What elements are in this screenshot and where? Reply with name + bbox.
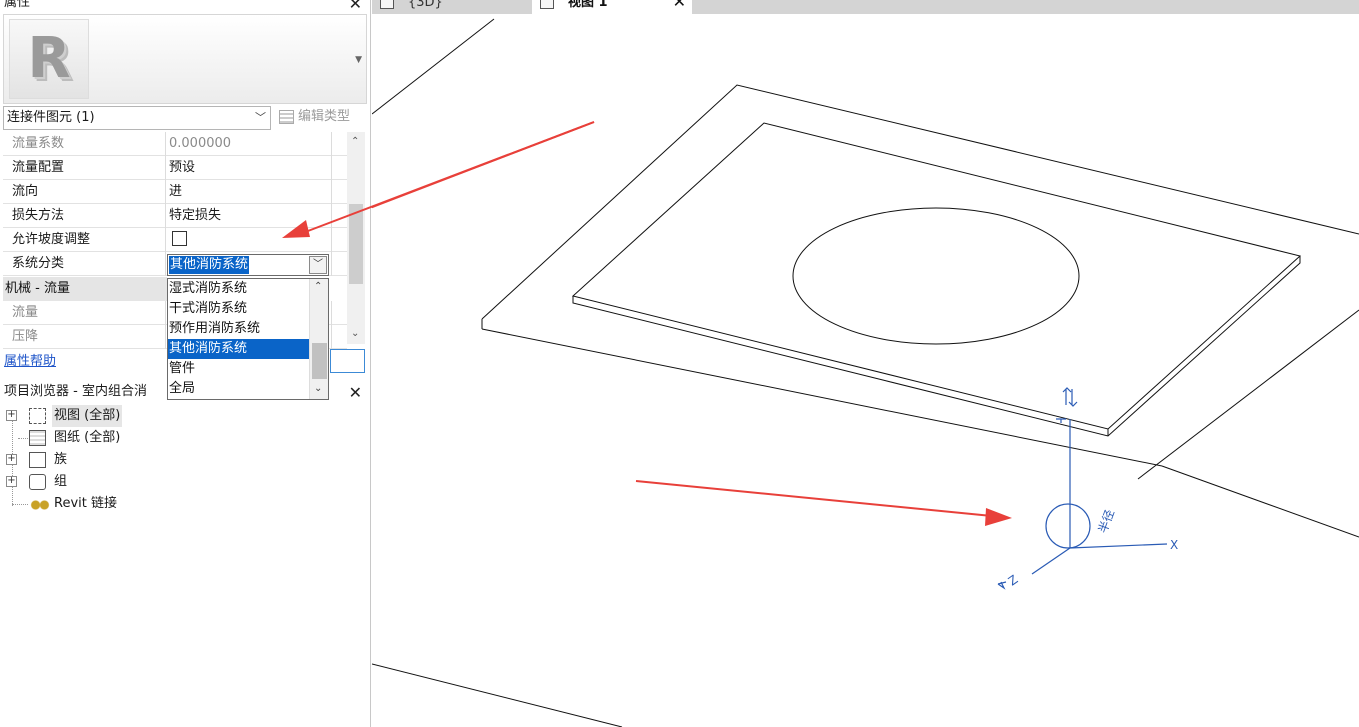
scroll-down-icon[interactable]: ⌄ [314, 383, 322, 394]
tree-item-label: 组 [54, 474, 68, 489]
group-header-mechanical-flow[interactable]: 机械 - 流量 [3, 277, 167, 301]
tree-item-label: Revit 链接 [54, 496, 117, 511]
property-name: 系统分类 [3, 252, 166, 276]
tab-label: 视图 1 [568, 0, 608, 10]
annotation-arrow-lower [635, 480, 993, 517]
project-browser-close-icon[interactable]: ✕ [349, 383, 362, 402]
chevron-down-icon: ﹀ [255, 111, 266, 124]
expand-icon[interactable]: + [6, 454, 17, 465]
scrollbar-thumb[interactable] [312, 343, 327, 379]
cube-icon [540, 0, 554, 9]
system-classification-select[interactable]: 其他消防系统 ﹀ [167, 254, 329, 276]
dropdown-option[interactable]: 湿式消防系统 [168, 279, 309, 299]
tab-close-icon[interactable]: ✕ [673, 0, 686, 11]
tab-label: {3D} [408, 0, 443, 10]
property-name: 流量系数 [3, 132, 166, 156]
chevron-down-icon[interactable]: ﹀ [309, 256, 327, 274]
tree-item-label: 族 [54, 452, 68, 467]
property-name: 流向 [3, 180, 166, 204]
properties-help-link[interactable]: 属性帮助 [4, 350, 56, 369]
reference-line [1161, 465, 1359, 538]
reference-line [372, 663, 623, 727]
tree-item-groups[interactable]: + 组 [0, 471, 140, 493]
dropdown-option[interactable]: 管件 [168, 359, 309, 379]
revit-links-icon [29, 500, 51, 510]
families-icon [29, 452, 46, 468]
scroll-up-icon[interactable]: ⌃ [314, 281, 322, 292]
tree-item-label: 视图 (全部) [52, 405, 123, 427]
properties-panel-title: 属性 [4, 0, 31, 10]
instance-filter-label: 连接件图元 (1) [7, 110, 95, 125]
z-axis-label: Z [1006, 572, 1021, 588]
scroll-down-icon[interactable]: ⌄ [351, 328, 359, 339]
allow-slope-checkbox[interactable] [172, 231, 187, 246]
cube-icon [380, 0, 394, 9]
apply-button[interactable] [330, 349, 365, 373]
expand-icon[interactable]: + [6, 410, 17, 421]
system-classification-value: 其他消防系统 [169, 256, 250, 274]
views-icon [29, 408, 46, 424]
reference-line [372, 18, 495, 115]
x-axis-label: X [1170, 538, 1178, 552]
dropdown-option[interactable]: 预作用消防系统 [168, 319, 309, 339]
annotation-arrowhead [985, 508, 1012, 526]
groups-icon [29, 474, 46, 490]
property-name: 流量配置 [3, 156, 166, 180]
x-axis-line [1069, 543, 1168, 549]
tree-item-label: 图纸 (全部) [54, 430, 121, 445]
sheets-icon [29, 430, 46, 446]
property-name: 损失方法 [3, 204, 166, 228]
property-name: 允许坡度调整 [3, 228, 166, 252]
tree-item-revit-links[interactable]: Revit 链接 [0, 493, 140, 515]
type-dropdown-arrow-icon[interactable]: ▼ [355, 55, 362, 65]
properties-close-icon[interactable]: ✕ [349, 0, 362, 13]
expand-icon[interactable]: + [6, 476, 17, 487]
tree-item-families[interactable]: + 族 [0, 449, 140, 471]
dropdown-scrollbar[interactable]: ⌃ ⌄ [309, 279, 328, 399]
property-name: 压降 [3, 325, 166, 349]
instance-filter-dropdown[interactable]: 连接件图元 (1) ﹀ [3, 106, 271, 130]
tree-item-sheets[interactable]: 图纸 (全部) [0, 427, 140, 449]
property-name: 流量 [3, 301, 166, 325]
dropdown-option[interactable]: 全局 [168, 379, 309, 399]
tab-3d-view[interactable]: {3D} [372, 0, 532, 14]
y-axis-line [1031, 547, 1071, 575]
annotation-arrow-upper-overlay [299, 121, 595, 235]
annotation-arrowhead [282, 220, 310, 238]
tree-item-views[interactable]: + 视图 (全部) [0, 405, 140, 427]
connector-tick [1056, 418, 1066, 423]
annotation-arrow-overlay [282, 121, 595, 238]
view-tab-bar: {3D} 视图 1 ✕ [372, 0, 1359, 14]
connector-circle [1045, 503, 1091, 549]
radius-label: 半径 [1096, 508, 1117, 535]
plate-top-face [571, 122, 1302, 430]
system-classification-dropdown-list: 湿式消防系统 干式消防系统 预作用消防系统 其他消防系统 管件 全局 ⌃ ⌄ [167, 278, 329, 400]
tab-view-1[interactable]: 视图 1 ✕ [532, 0, 692, 14]
dropdown-option[interactable]: 干式消防系统 [168, 299, 309, 319]
dropdown-option-selected[interactable]: 其他消防系统 [168, 339, 309, 359]
z-arrow-icon [997, 581, 1007, 590]
revit-logo-icon: R [9, 19, 89, 99]
type-selector[interactable]: R ▼ [3, 14, 367, 104]
